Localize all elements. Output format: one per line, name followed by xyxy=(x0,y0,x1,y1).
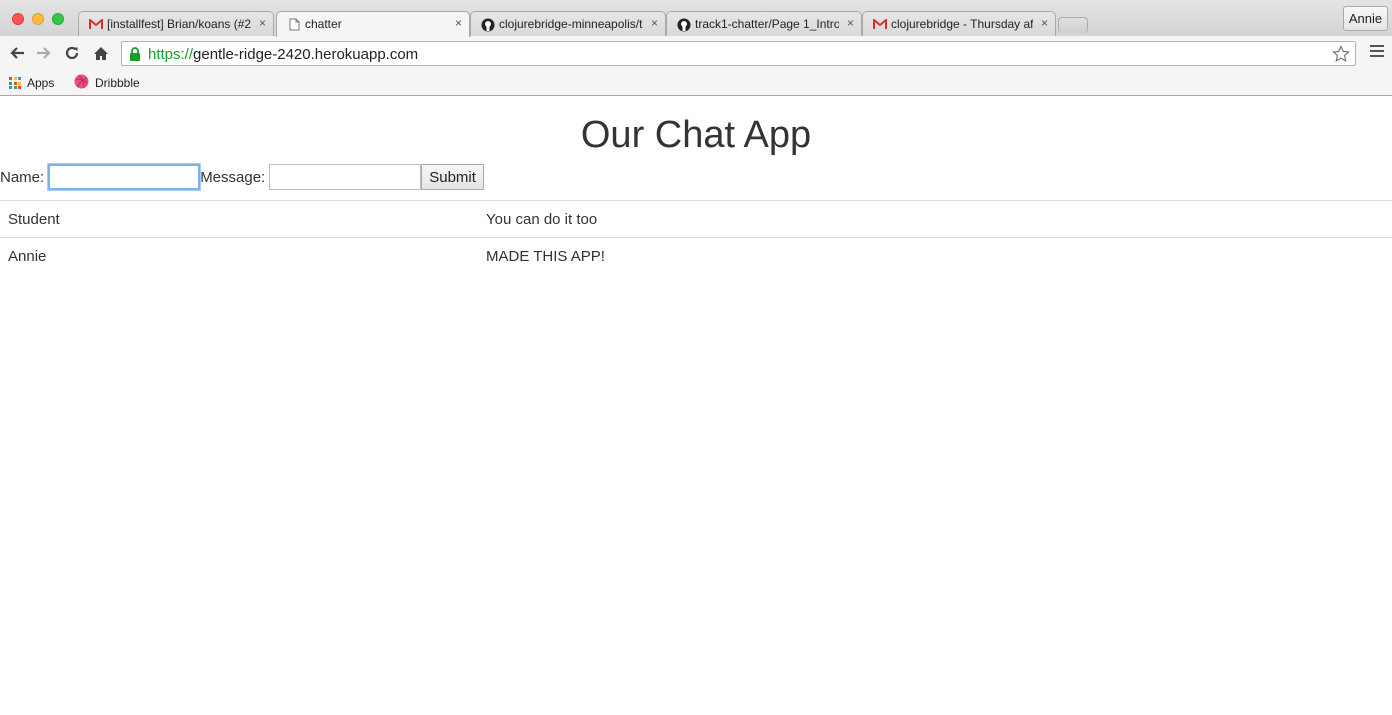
message-input[interactable] xyxy=(269,164,422,190)
tab-clojurebridge-thursday[interactable]: clojurebridge - Thursday afte × xyxy=(862,11,1056,36)
message-list: Student You can do it too Annie MADE THI… xyxy=(0,200,1392,274)
zoom-window-button[interactable] xyxy=(52,13,64,25)
gmail-icon xyxy=(873,18,887,31)
tab-clojurebridge-minneapolis[interactable]: clojurebridge-minneapolis/tr × xyxy=(470,11,666,36)
chat-form: Name: Message: Submit xyxy=(0,164,484,190)
submit-button[interactable]: Submit xyxy=(421,164,484,190)
tab-close-icon[interactable]: × xyxy=(259,16,266,30)
url-host: gentle-ridge-2420.herokuapp.com xyxy=(193,46,419,63)
url-scheme: https:// xyxy=(148,46,194,63)
tab-installfest[interactable]: [installfest] Brian/koans (#2) × xyxy=(78,11,274,36)
bookmark-label: Apps xyxy=(27,76,55,90)
new-tab-button[interactable] xyxy=(1058,17,1088,33)
profile-button[interactable]: Annie xyxy=(1343,6,1388,31)
name-input[interactable] xyxy=(48,164,201,190)
github-icon xyxy=(481,18,495,31)
github-icon xyxy=(677,18,691,31)
tab-title: track1-chatter/Page 1_Intro xyxy=(695,17,839,31)
tab-close-icon[interactable]: × xyxy=(455,16,462,30)
url-text: https://gentle-ridge-2420.herokuapp.com xyxy=(148,46,418,63)
address-bar[interactable]: https://gentle-ridge-2420.herokuapp.com xyxy=(121,41,1356,66)
home-icon[interactable] xyxy=(91,43,111,63)
tab-title: clojurebridge - Thursday afte xyxy=(891,17,1033,31)
tab-title: clojurebridge-minneapolis/tr xyxy=(499,17,643,31)
browser-chrome: [installfest] Brian/koans (#2) × chatter… xyxy=(0,0,1392,96)
bookmark-label: Dribbble xyxy=(95,76,140,90)
message-row: Annie MADE THIS APP! xyxy=(0,237,1392,274)
tab-close-icon[interactable]: × xyxy=(1041,16,1048,30)
message-author: Student xyxy=(8,211,60,228)
bookmark-star-icon[interactable] xyxy=(1331,44,1351,64)
page-content: Our Chat App Name: Message: Submit Stude… xyxy=(0,96,1392,715)
message-label: Message: xyxy=(200,168,266,186)
lock-icon xyxy=(128,46,142,62)
message-row: Student You can do it too xyxy=(0,200,1392,237)
page-title: Our Chat App xyxy=(580,114,812,156)
tab-chatter[interactable]: chatter × xyxy=(276,11,470,37)
minimize-window-button[interactable] xyxy=(32,13,44,25)
hamburger-menu-icon[interactable] xyxy=(1370,45,1384,61)
message-author: Annie xyxy=(8,248,47,265)
apps-grid-icon xyxy=(9,77,21,89)
close-window-button[interactable] xyxy=(12,13,24,25)
browser-toolbar: https://gentle-ridge-2420.herokuapp.com xyxy=(0,36,1392,70)
reload-icon[interactable] xyxy=(62,43,82,63)
tab-title: chatter xyxy=(305,17,342,31)
back-arrow-icon[interactable] xyxy=(7,43,27,63)
dribbble-icon xyxy=(74,74,89,92)
page-icon xyxy=(287,18,301,31)
tab-strip: [installfest] Brian/koans (#2) × chatter… xyxy=(0,0,1392,37)
bookmark-dribbble[interactable]: Dribbble xyxy=(74,74,140,92)
forward-arrow-icon[interactable] xyxy=(34,43,54,63)
message-text: You can do it too xyxy=(486,211,598,228)
gmail-icon xyxy=(89,18,103,31)
tab-close-icon[interactable]: × xyxy=(847,16,854,30)
tab-track1-chatter[interactable]: track1-chatter/Page 1_Intro × xyxy=(666,11,862,36)
bookmarks-bar: Apps Dribbble xyxy=(0,70,1392,95)
bookmark-apps[interactable]: Apps xyxy=(9,74,54,92)
message-text: MADE THIS APP! xyxy=(486,248,605,265)
tab-title: [installfest] Brian/koans (#2) xyxy=(107,17,251,31)
tab-close-icon[interactable]: × xyxy=(651,16,658,30)
name-label: Name: xyxy=(0,168,45,186)
